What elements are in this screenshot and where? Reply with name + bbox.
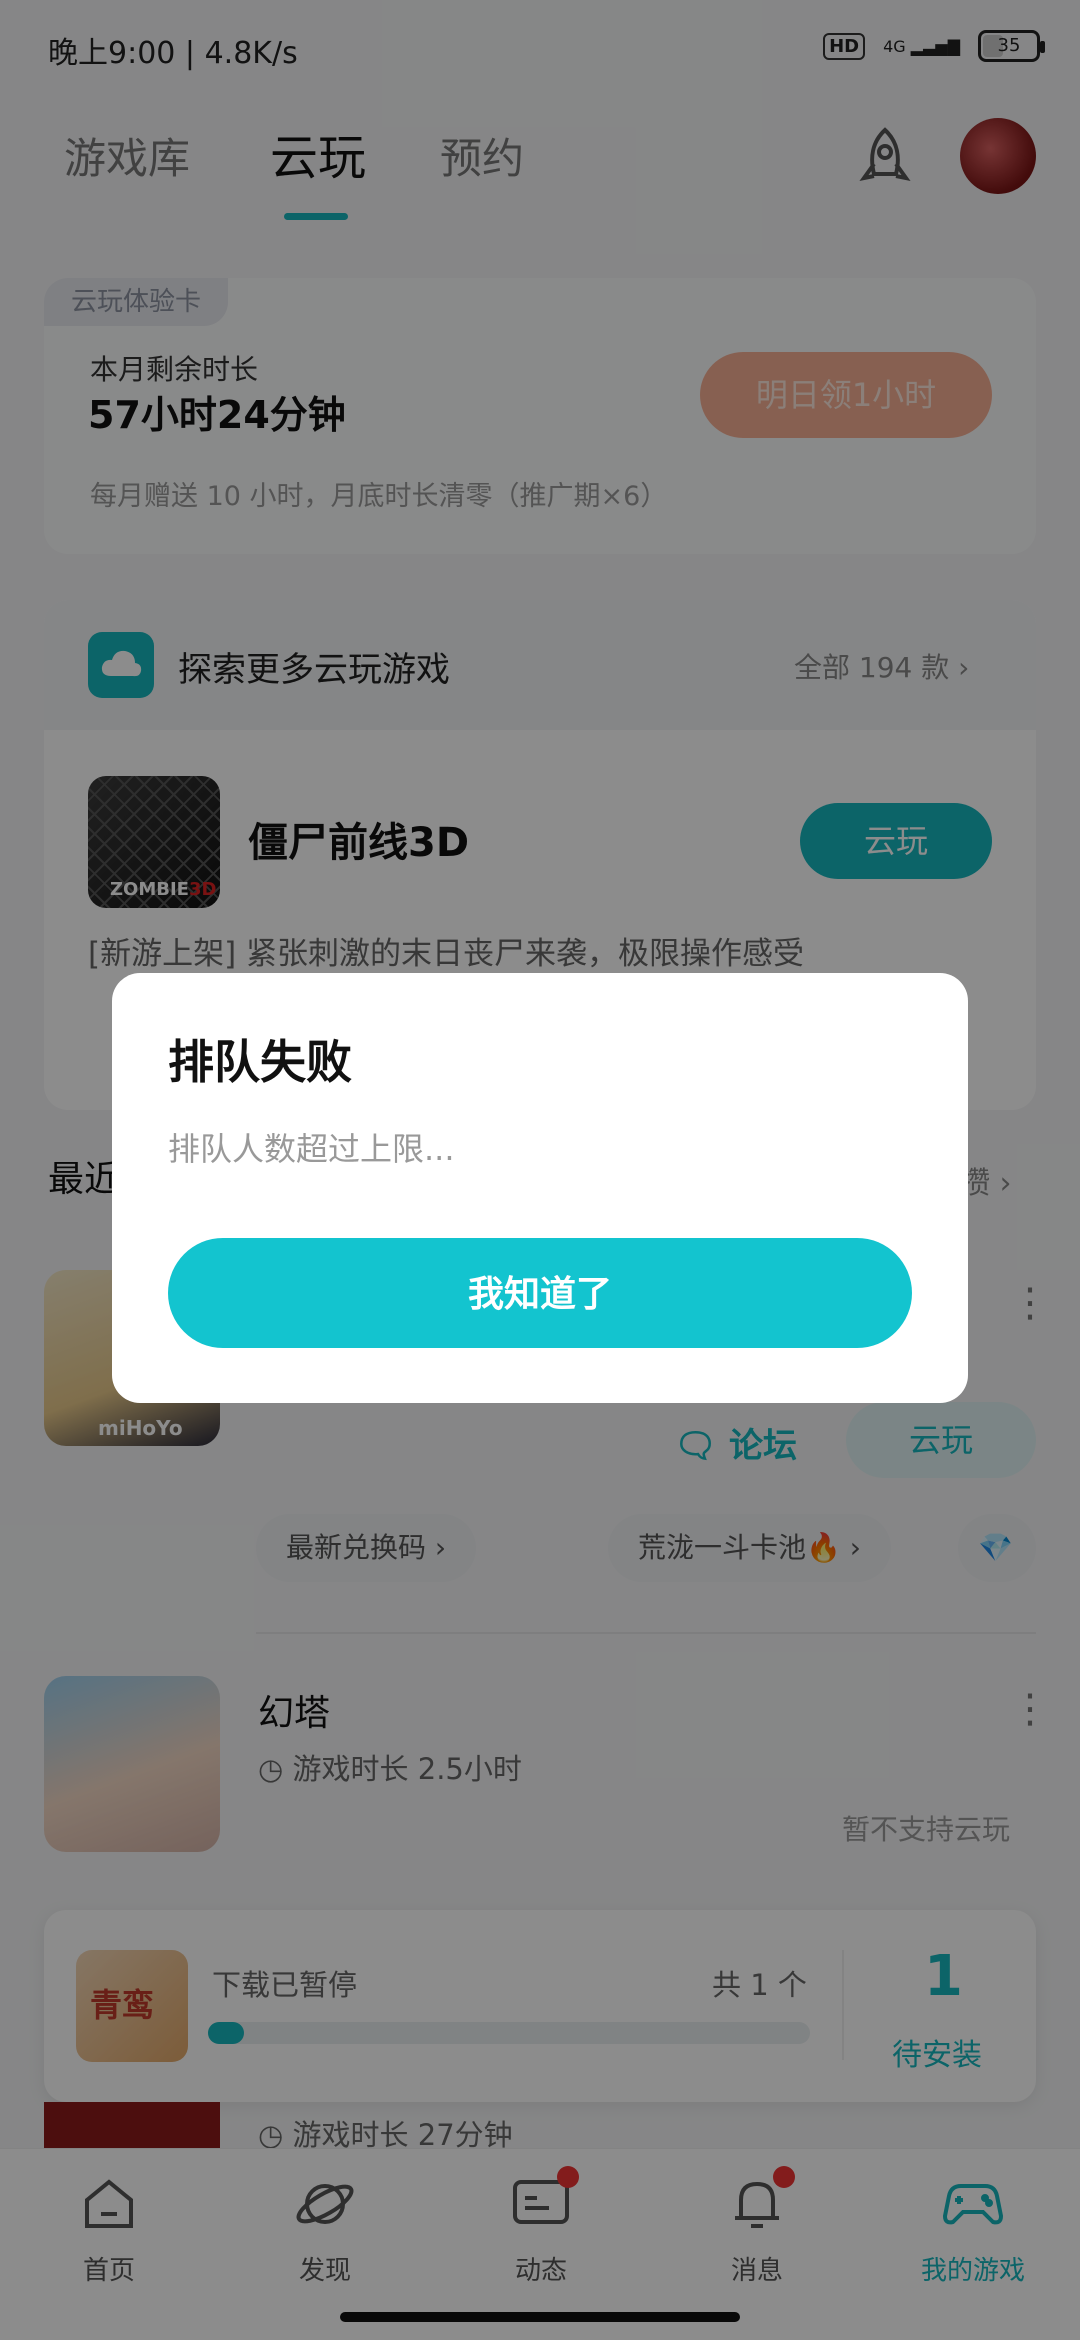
acknowledge-button[interactable]: 我知道了 bbox=[168, 1238, 912, 1348]
dialog-title: 排队失败 bbox=[168, 1035, 352, 1089]
dialog-message: 排队人数超过上限... bbox=[168, 1130, 455, 1168]
